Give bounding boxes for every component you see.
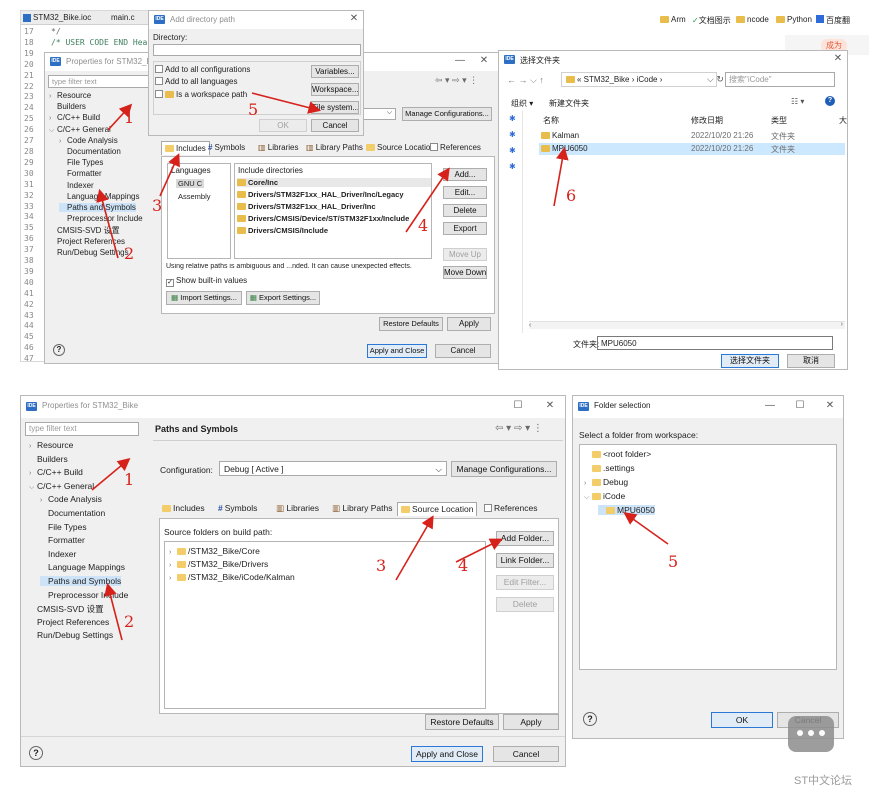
annotation-5-bottom: 5 [668, 552, 679, 571]
annotation-3-bottom: 3 [376, 556, 387, 575]
arrow-5-bottom [623, 512, 669, 545]
arrow-2-bottom [104, 582, 123, 641]
annotation-1-top: 1 [124, 108, 135, 127]
annotation-4-top: 4 [418, 216, 429, 235]
arrow-2-top [96, 188, 119, 259]
annotation-5-top: 5 [248, 100, 259, 119]
annotation-4-bottom: 4 [458, 556, 469, 575]
annotation-6-top: 6 [566, 186, 577, 205]
arrow-1-bottom [91, 457, 131, 491]
arrow-3-top [159, 153, 180, 197]
arrow-5-top [251, 92, 322, 114]
arrow-3-bottom [395, 515, 434, 581]
annotation-2-bottom: 2 [124, 612, 135, 631]
annotation-3-top: 3 [152, 196, 163, 215]
arrow-6-top [553, 146, 569, 207]
annotation-1-bottom: 1 [124, 470, 135, 489]
annotation-2-top: 2 [124, 244, 135, 263]
